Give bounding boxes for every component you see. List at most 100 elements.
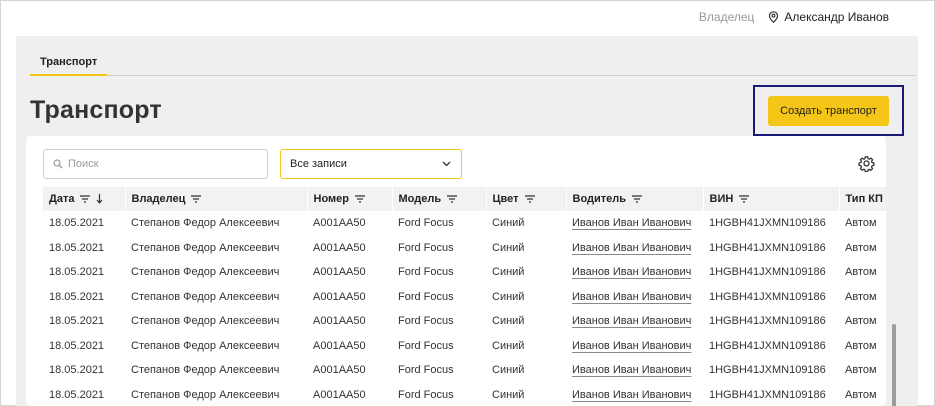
number-cell: A001AA50 bbox=[313, 290, 366, 303]
sort-down-arrow-icon[interactable] bbox=[96, 194, 103, 204]
column-header-color[interactable]: Цвет bbox=[486, 187, 567, 211]
vin-cell: 1HGBH41JXMN109186 bbox=[709, 339, 826, 352]
model-cell: Ford Focus bbox=[398, 315, 454, 328]
user-menu[interactable]: Александр Иванов bbox=[768, 10, 889, 24]
filter-icon[interactable] bbox=[739, 195, 750, 203]
filter-icon[interactable] bbox=[80, 195, 91, 203]
table-row[interactable]: 18.05.2021 Степанов Федор Алексеевич A001A… bbox=[43, 334, 886, 359]
column-header-number[interactable]: Номер bbox=[307, 187, 393, 211]
transmission-cell: Автом bbox=[845, 217, 877, 230]
column-label: Владелец bbox=[131, 193, 186, 205]
filter-icon[interactable] bbox=[355, 195, 365, 203]
driver-name-link[interactable]: Иванов Иван Иванович bbox=[572, 291, 691, 303]
number-cell: A001AA50 bbox=[313, 217, 366, 230]
table-body: 18.05.2021 Степанов Федор Алексеевич A001A… bbox=[43, 211, 886, 406]
driver-name-link[interactable]: Иванов Иван Иванович bbox=[572, 217, 691, 229]
model-cell: Ford Focus bbox=[398, 290, 454, 303]
date-cell: 18.05.2021 bbox=[49, 217, 105, 230]
tab-bar: Транспорт bbox=[30, 52, 916, 76]
records-filter-select[interactable]: Все записи bbox=[280, 149, 462, 179]
driver-link[interactable]: Иванов Иван Иванович bbox=[566, 260, 703, 285]
filter-icon[interactable] bbox=[191, 195, 202, 203]
transmission-cell: Автом bbox=[845, 315, 877, 328]
vin-cell: 1HGBH41JXMN109186 bbox=[709, 315, 826, 328]
column-label: Цвет bbox=[492, 193, 519, 205]
owner-cell: Степанов Федор Алексеевич bbox=[131, 266, 280, 279]
driver-link[interactable]: Иванов Иван Иванович bbox=[566, 211, 703, 236]
table-row[interactable]: 18.05.2021 Степанов Федор Алексеевич A001A… bbox=[43, 358, 886, 383]
owner-cell: Степанов Федор Алексеевич bbox=[131, 290, 280, 303]
driver-name-link[interactable]: Иванов Иван Иванович bbox=[572, 364, 691, 376]
table-row[interactable]: 18.05.2021 Степанов Федор Алексеевич A001A… bbox=[43, 309, 886, 334]
vertical-scrollbar[interactable] bbox=[892, 324, 896, 406]
driver-link[interactable]: Иванов Иван Иванович bbox=[566, 334, 703, 359]
column-header-driver[interactable]: Водитель bbox=[566, 187, 704, 211]
user-role-label: Владелец bbox=[698, 10, 755, 24]
driver-link[interactable]: Иванов Иван Иванович bbox=[566, 236, 703, 261]
color-cell: Синий bbox=[492, 217, 525, 230]
color-cell: Синий bbox=[492, 339, 525, 352]
driver-name-link[interactable]: Иванов Иван Иванович bbox=[572, 242, 691, 254]
vin-cell: 1HGBH41JXMN109186 bbox=[709, 364, 826, 377]
records-filter-value: Все записи bbox=[290, 158, 347, 170]
model-cell: Ford Focus bbox=[398, 241, 454, 254]
create-button-highlight: Создать транспорт bbox=[753, 85, 904, 136]
transmission-cell: Автом bbox=[845, 266, 877, 279]
filter-icon[interactable] bbox=[524, 195, 535, 203]
user-pin-icon bbox=[769, 11, 779, 23]
vehicles-table-container: Дата Владелец Номер Модель Цвет Водитель… bbox=[43, 187, 886, 406]
create-transport-button[interactable]: Создать транспорт bbox=[768, 96, 889, 126]
number-cell: A001AA50 bbox=[313, 388, 366, 401]
tab-transport[interactable]: Транспорт bbox=[30, 56, 108, 76]
search-box[interactable] bbox=[43, 149, 268, 179]
color-cell: Синий bbox=[492, 266, 525, 279]
top-bar: Владелец Александр Иванов bbox=[699, 10, 889, 24]
column-header-model[interactable]: Модель bbox=[392, 187, 487, 211]
column-header-date[interactable]: Дата bbox=[43, 187, 126, 211]
driver-name-link[interactable]: Иванов Иван Иванович bbox=[572, 340, 691, 352]
transmission-cell: Автом bbox=[845, 241, 877, 254]
driver-name-link[interactable]: Иванов Иван Иванович bbox=[572, 315, 691, 327]
color-cell: Синий bbox=[492, 315, 525, 328]
table-row[interactable]: 18.05.2021 Степанов Федор Алексеевич A001A… bbox=[43, 211, 886, 236]
transmission-cell: Автом bbox=[845, 388, 877, 401]
search-icon bbox=[53, 159, 63, 169]
date-cell: 18.05.2021 bbox=[49, 266, 105, 279]
filter-icon[interactable] bbox=[447, 195, 458, 203]
driver-name-link[interactable]: Иванов Иван Иванович bbox=[572, 266, 691, 278]
user-name: Александр Иванов bbox=[784, 10, 889, 24]
number-cell: A001AA50 bbox=[313, 339, 366, 352]
owner-cell: Степанов Федор Алексеевич bbox=[131, 241, 280, 254]
table-row[interactable]: 18.05.2021 Степанов Федор Алексеевич A001A… bbox=[43, 236, 886, 261]
color-cell: Синий bbox=[492, 290, 525, 303]
driver-link[interactable]: Иванов Иван Иванович bbox=[566, 285, 703, 310]
column-header-vin[interactable]: ВИН bbox=[703, 187, 840, 211]
column-label: Дата bbox=[49, 193, 75, 205]
main-canvas: Транспорт Транспорт Создать транспорт Вс… bbox=[16, 36, 918, 406]
search-input[interactable] bbox=[68, 158, 258, 170]
transmission-cell: Автом bbox=[845, 290, 877, 303]
table-header-row: Дата Владелец Номер Модель Цвет Водитель… bbox=[43, 187, 886, 211]
owner-cell: Степанов Федор Алексеевич bbox=[131, 364, 280, 377]
driver-link[interactable]: Иванов Иван Иванович bbox=[566, 383, 703, 406]
column-label: Тип КП bbox=[845, 193, 883, 205]
color-cell: Синий bbox=[492, 241, 525, 254]
color-cell: Синий bbox=[492, 388, 525, 401]
vin-cell: 1HGBH41JXMN109186 bbox=[709, 290, 826, 303]
model-cell: Ford Focus bbox=[398, 217, 454, 230]
column-header-owner[interactable]: Владелец bbox=[125, 187, 308, 211]
table-row[interactable]: 18.05.2021 Степанов Федор Алексеевич A001A… bbox=[43, 260, 886, 285]
column-header-transmission[interactable]: Тип КП bbox=[839, 187, 886, 211]
column-label: Водитель bbox=[572, 193, 627, 205]
driver-link[interactable]: Иванов Иван Иванович bbox=[566, 309, 703, 334]
vin-cell: 1HGBH41JXMN109186 bbox=[709, 241, 826, 254]
gear-icon[interactable] bbox=[858, 155, 875, 172]
table-row[interactable]: 18.05.2021 Степанов Федор Алексеевич A001A… bbox=[43, 285, 886, 310]
vehicles-table: Дата Владелец Номер Модель Цвет Водитель… bbox=[43, 187, 886, 406]
driver-name-link[interactable]: Иванов Иван Иванович bbox=[572, 389, 691, 401]
vin-cell: 1HGBH41JXMN109186 bbox=[709, 266, 826, 279]
table-row[interactable]: 18.05.2021 Степанов Федор Алексеевич A001A… bbox=[43, 383, 886, 406]
filter-icon[interactable] bbox=[632, 195, 643, 203]
driver-link[interactable]: Иванов Иван Иванович bbox=[566, 358, 703, 383]
chevron-down-icon bbox=[442, 161, 451, 167]
